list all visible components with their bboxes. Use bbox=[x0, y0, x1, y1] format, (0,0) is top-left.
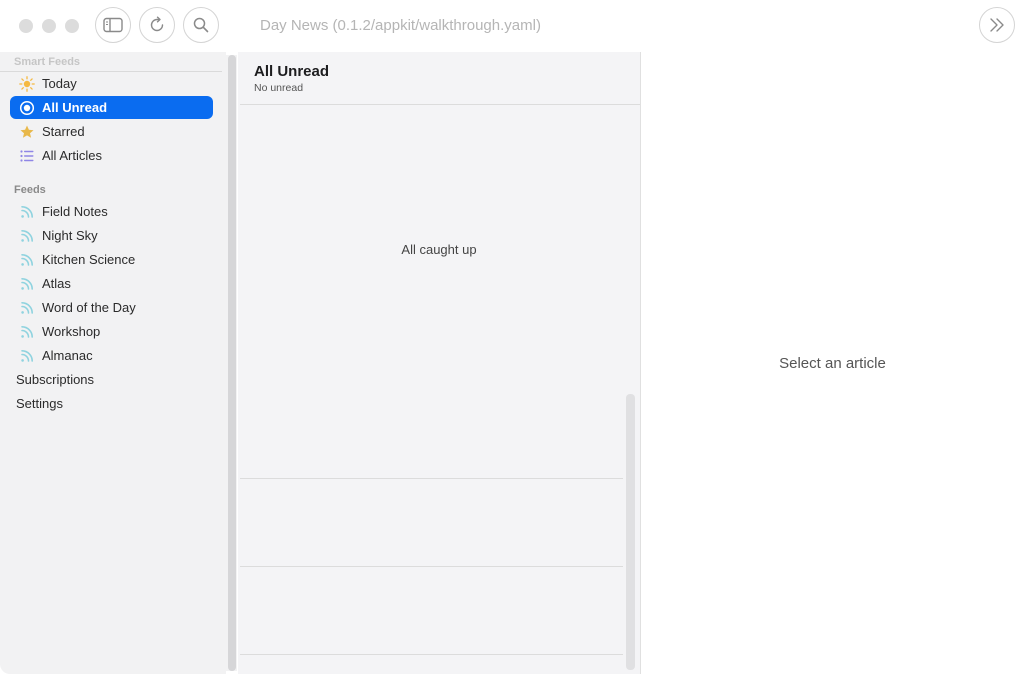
article-detail-pane: Select an article bbox=[641, 52, 1024, 674]
sidebar-toggle-icon bbox=[103, 17, 123, 33]
search-icon bbox=[192, 16, 210, 34]
article-list: All Unread No unread All caught up bbox=[238, 52, 640, 674]
sidebar-item-label: Almanac bbox=[42, 348, 93, 363]
sidebar-scrollbar[interactable] bbox=[226, 55, 237, 671]
sidebar-item-almanac[interactable]: Almanac bbox=[10, 344, 213, 367]
sidebar-item-label: Starred bbox=[42, 124, 85, 139]
sidebar-item-label: Word of the Day bbox=[42, 300, 136, 315]
sidebar-item-kitchen-science[interactable]: Kitchen Science bbox=[10, 248, 213, 271]
rss-icon bbox=[19, 276, 35, 292]
sidebar-item-word-of-the-day[interactable]: Word of the Day bbox=[10, 296, 213, 319]
window-title: Day News (0.1.2/appkit/walkthrough.yaml) bbox=[260, 17, 541, 34]
sidebar-item-starred[interactable]: Starred bbox=[10, 120, 213, 143]
article-list-subtitle: No unread bbox=[254, 82, 304, 94]
toggle-sidebar-button[interactable] bbox=[95, 7, 131, 43]
list-icon bbox=[19, 148, 35, 164]
expand-detail-button[interactable] bbox=[979, 7, 1015, 43]
search-button[interactable] bbox=[183, 7, 219, 43]
star-icon bbox=[19, 124, 35, 140]
sidebar-item-label: Workshop bbox=[42, 324, 101, 339]
list-row-divider bbox=[240, 478, 623, 479]
sidebar-item-field-notes[interactable]: Field Notes bbox=[10, 200, 213, 223]
sidebar-item-label: Night Sky bbox=[42, 228, 98, 243]
sidebar-item-label: Atlas bbox=[42, 276, 71, 291]
refresh-button[interactable] bbox=[139, 7, 175, 43]
sidebar-item-night-sky[interactable]: Night Sky bbox=[10, 224, 213, 247]
detail-placeholder: Select an article bbox=[779, 355, 886, 372]
sidebar-item-label: All Unread bbox=[42, 100, 108, 115]
section-label-smart-feeds: Smart Feeds bbox=[14, 56, 81, 68]
sidebar-item-today[interactable]: Today bbox=[10, 72, 213, 95]
rss-icon bbox=[19, 204, 35, 220]
rss-icon bbox=[19, 252, 35, 268]
rss-icon bbox=[19, 324, 35, 340]
section-label-feeds: Feeds bbox=[14, 184, 46, 196]
app-window: Day News (0.1.2/appkit/walkthrough.yaml)… bbox=[0, 0, 1024, 674]
sidebar-item-settings[interactable]: Settings bbox=[16, 396, 63, 411]
sun-icon bbox=[19, 75, 35, 92]
list-row-divider bbox=[240, 654, 623, 655]
sidebar-item-all-unread[interactable]: All Unread bbox=[10, 96, 213, 119]
sidebar-item-label: All Articles bbox=[42, 148, 102, 163]
sidebar-item-atlas[interactable]: Atlas bbox=[10, 272, 213, 295]
sidebar-item-subscriptions[interactable]: Subscriptions bbox=[16, 372, 94, 387]
article-list-header: All Unread No unread bbox=[254, 63, 329, 94]
sidebar-item-label: Kitchen Science bbox=[42, 252, 136, 267]
sidebar-item-workshop[interactable]: Workshop bbox=[10, 320, 213, 343]
sidebar-item-all-articles[interactable]: All Articles bbox=[10, 144, 213, 167]
rss-icon bbox=[19, 300, 35, 316]
refresh-icon bbox=[148, 16, 166, 34]
list-row-divider bbox=[240, 566, 623, 567]
titlebar: Day News (0.1.2/appkit/walkthrough.yaml) bbox=[0, 0, 1024, 52]
sidebar-scrollbar-thumb[interactable] bbox=[228, 55, 236, 671]
zoom-window-button[interactable] bbox=[65, 19, 79, 33]
empty-state-message: All caught up bbox=[401, 242, 477, 257]
sidebar-item-label: Today bbox=[42, 76, 77, 91]
sidebar-item-label: Field Notes bbox=[42, 204, 108, 219]
article-list-scrollbar[interactable] bbox=[626, 394, 635, 670]
rss-icon bbox=[19, 228, 35, 244]
unread-circle-icon bbox=[19, 100, 35, 116]
article-list-title: All Unread bbox=[254, 63, 330, 80]
article-list-header-divider bbox=[240, 104, 640, 105]
close-window-button[interactable] bbox=[19, 19, 33, 33]
minimize-window-button[interactable] bbox=[42, 19, 56, 33]
rss-icon bbox=[19, 348, 35, 364]
chevron-double-right-icon bbox=[987, 17, 1007, 33]
